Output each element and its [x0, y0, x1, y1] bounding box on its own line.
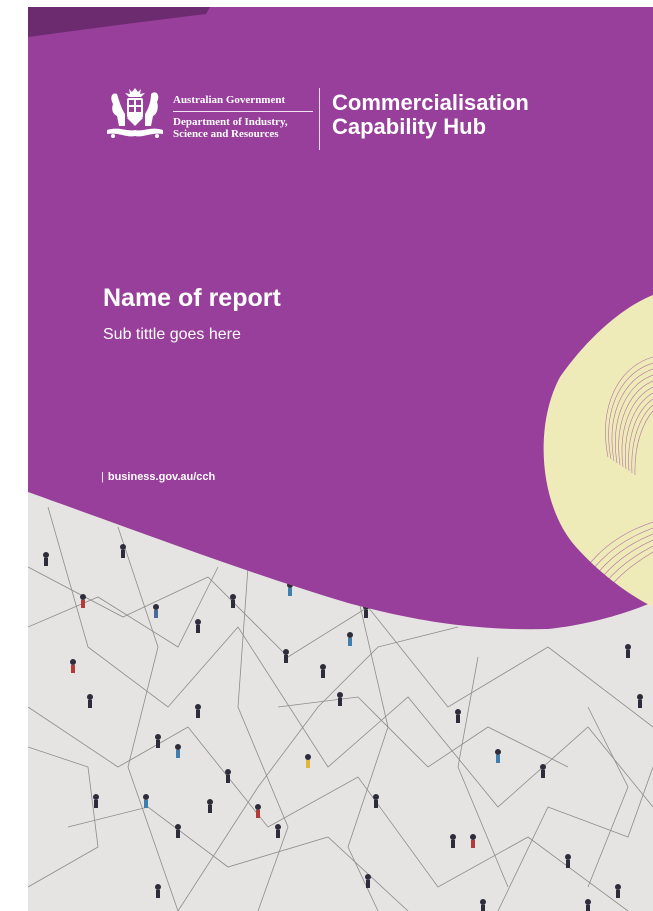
- hub-name-line-2: Capability Hub: [332, 114, 487, 139]
- government-logo: Australian Government Department of Indu…: [103, 86, 603, 166]
- logo-divider: [319, 88, 320, 150]
- government-name: Australian Government: [173, 94, 313, 112]
- government-wordmark: Australian Government Department of Indu…: [173, 94, 313, 140]
- website-url: business.gov.au/cch: [107, 471, 216, 483]
- report-cover: Australian Government Department of Indu…: [28, 7, 653, 911]
- website-link[interactable]: | business.gov.au/cch: [101, 470, 215, 484]
- report-subtitle: Sub tittle goes here: [103, 326, 241, 343]
- hub-name: Commercialisation Capability Hub: [332, 91, 632, 139]
- report-title: Name of report: [103, 284, 281, 312]
- australian-coat-of-arms-icon: [107, 88, 163, 138]
- website-divider: |: [101, 471, 104, 483]
- department-name: Department of Industry, Science and Reso…: [173, 116, 288, 140]
- hub-name-line-1: Commercialisation: [332, 90, 529, 115]
